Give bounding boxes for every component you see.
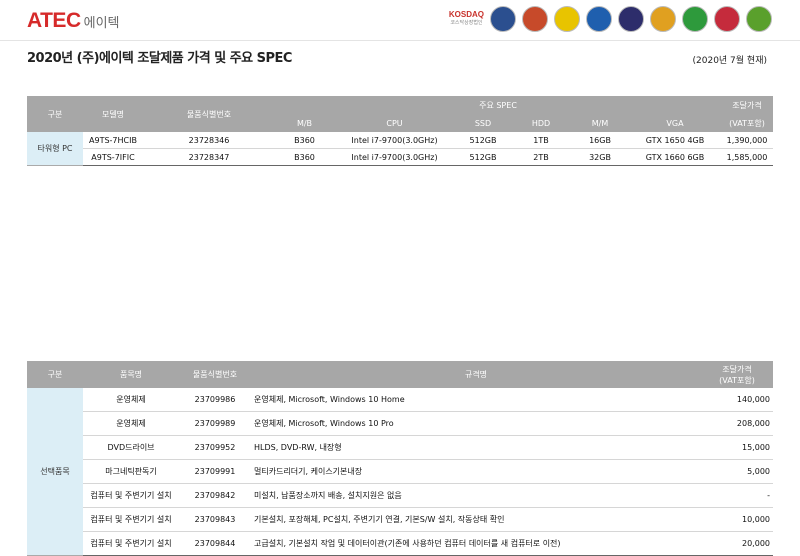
green-label-icon: [682, 6, 708, 32]
header-hdd: HDD: [511, 114, 571, 132]
item-cell: 컴퓨터 및 주변기기 설치: [83, 507, 179, 532]
product-id-cell: 23709843: [179, 507, 251, 532]
kosdaq-text: KOSDAQ: [448, 10, 484, 19]
price-cell: 208,000: [701, 411, 773, 436]
header-vga: VGA: [629, 114, 721, 132]
emblem-3-icon: [554, 6, 580, 32]
logo-main-text: ATEC: [27, 9, 81, 32]
group-label: 타워형 PC: [27, 132, 83, 166]
mb-cell: B360: [275, 148, 334, 166]
kosdaq-subtext: 코스닥상장법인: [450, 20, 483, 26]
header-price-vat: (VAT포함): [721, 114, 773, 132]
header-price-line1: 조달가격: [722, 364, 752, 374]
product-id-cell: 23709989: [179, 411, 251, 436]
product-id-cell: 23728346: [143, 132, 275, 149]
product-id-cell: 23709991: [179, 459, 251, 484]
as-of-date: (2020년 7월 현재): [692, 56, 768, 66]
product-id-cell: 23709952: [179, 435, 251, 460]
emblem-2-icon: [522, 6, 548, 32]
page-title: 2020년 (주)에이텍 조달제품 가격 및 주요 SPEC: [27, 51, 292, 66]
hdd-cell: 1TB: [511, 132, 571, 149]
header-product-id: 물품식별번호: [143, 96, 275, 132]
price-cell: 20,000: [701, 531, 773, 556]
ssd-cell: 512GB: [455, 132, 511, 149]
spec-cell: 운영체제, Microsoft, Windows 10 Home: [251, 388, 701, 412]
item-cell: 마그네틱판독기: [83, 459, 179, 484]
product-id-cell: 23709844: [179, 531, 251, 556]
model-cell: A9TS-7IFIC: [83, 148, 143, 166]
spec-cell: 멀티카드리더기, 케이스기본내장: [251, 459, 701, 484]
emblem-1-icon: [490, 6, 516, 32]
pc-price-table: 구분 모델명 물품식별번호 주요 SPEC 조달가격 M/B CPU SSD H…: [27, 96, 773, 166]
price-cell: -: [701, 483, 773, 508]
table-row: 마그네틱판독기 23709991 멀티카드리더기, 케이스기본내장 5,000: [27, 459, 773, 484]
header-mm: M/M: [571, 114, 629, 132]
header-spec: 주요 SPEC: [275, 96, 721, 114]
header-spec: 규격명: [251, 361, 701, 388]
table-row: 컴퓨터 및 주변기기 설치 23709844 고급설치, 기본설치 작업 및 데이터…: [27, 531, 773, 556]
header-price: 조달가격 (VAT포함): [701, 361, 773, 388]
table-row: A9TS-7IFIC 23728347 B360 Intel i7-9700(3…: [27, 148, 773, 166]
emblem-6-icon: [650, 6, 676, 32]
mb-cell: B360: [275, 132, 334, 149]
spec-cell: 미설치, 납품장소까지 배송, 설치지원은 없음: [251, 483, 701, 508]
certification-logos: KOSDAQ 코스닥상장법인: [449, 6, 772, 32]
table-row: DVD드라이브 23709952 HLDS, DVD-RW, 내장형 15,000: [27, 435, 773, 460]
table-row: 컴퓨터 및 주변기기 설치 23709843 기본설치, 포장해체, PC설치, 주…: [27, 507, 773, 532]
spec-cell: 고급설치, 기본설치 작업 및 데이터이관(기존에 사용하던 컴퓨터 데이터를 …: [251, 531, 701, 556]
price-cell: 15,000: [701, 435, 773, 460]
header-group: 구분: [27, 361, 83, 388]
header-product-id: 물품식별번호: [179, 361, 251, 388]
header-mb: M/B: [275, 114, 334, 132]
header-model: 모델명: [83, 96, 143, 132]
spec-cell: 운영체제, Microsoft, Windows 10 Pro: [251, 411, 701, 436]
table-row: 운영체제 23709989 운영체제, Microsoft, Windows 10 …: [27, 411, 773, 436]
emblem-4-icon: [586, 6, 612, 32]
logo-sub-text: 에이텍: [83, 16, 120, 31]
group-label: 선택품목: [27, 388, 83, 556]
price-cell: 140,000: [701, 388, 773, 412]
price-cell: 5,000: [701, 459, 773, 484]
table-row: 선택품목 운영체제 23709986 운영체제, Microsoft, Windows…: [27, 388, 773, 556]
product-id-cell: 23709842: [179, 483, 251, 508]
header-item: 품목명: [83, 361, 179, 388]
item-cell: 운영체제: [83, 411, 179, 436]
product-id-cell: 23709986: [179, 388, 251, 412]
options-price-table: 구분 품목명 물품식별번호 규격명 조달가격 (VAT포함) 선택품목 운영체제 2…: [27, 361, 773, 556]
kosdaq-logo: KOSDAQ 코스닥상장법인: [449, 10, 484, 28]
table-row: 타워형 PC A9TS-7HCIB 23728346 B360 Intel i7…: [27, 132, 773, 166]
ssd-cell: 512GB: [455, 148, 511, 166]
hdd-cell: 2TB: [511, 148, 571, 166]
mm-cell: 32GB: [571, 148, 629, 166]
page-header: ATEC 에이텍 KOSDAQ 코스닥상장법인: [0, 0, 800, 41]
emblem-5-icon: [618, 6, 644, 32]
header-ssd: SSD: [455, 114, 511, 132]
product-id-cell: 23728347: [143, 148, 275, 166]
mm-cell: 16GB: [571, 132, 629, 149]
price-cell: 1,585,000: [721, 148, 773, 166]
header-group: 구분: [27, 96, 83, 132]
item-cell: 컴퓨터 및 주변기기 설치: [83, 531, 179, 556]
taegeuk-icon: [714, 6, 740, 32]
header-price: 조달가격: [721, 96, 773, 114]
item-cell: DVD드라이브: [83, 435, 179, 460]
vga-cell: GTX 1650 4GB: [629, 132, 721, 149]
cpu-cell: Intel i7-9700(3.0GHz): [334, 132, 455, 149]
item-cell: 컴퓨터 및 주변기기 설치: [83, 483, 179, 508]
spec-cell: HLDS, DVD-RW, 내장형: [251, 435, 701, 460]
atec-logo[interactable]: ATEC 에이텍: [27, 9, 120, 33]
model-cell: A9TS-7HCIB: [83, 132, 143, 149]
price-cell: 10,000: [701, 507, 773, 532]
item-cell: 운영체제: [83, 388, 179, 412]
plant-icon: [746, 6, 772, 32]
spec-cell: 기본설치, 포장해체, PC설치, 주변기기 연결, 기본S/W 설치, 작동상…: [251, 507, 701, 532]
table-row: 컴퓨터 및 주변기기 설치 23709842 미설치, 납품장소까지 배송, 설치지…: [27, 483, 773, 508]
cpu-cell: Intel i7-9700(3.0GHz): [334, 148, 455, 166]
header-cpu: CPU: [334, 114, 455, 132]
price-cell: 1,390,000: [721, 132, 773, 149]
header-price-line2: (VAT포함): [719, 375, 755, 385]
vga-cell: GTX 1660 6GB: [629, 148, 721, 166]
